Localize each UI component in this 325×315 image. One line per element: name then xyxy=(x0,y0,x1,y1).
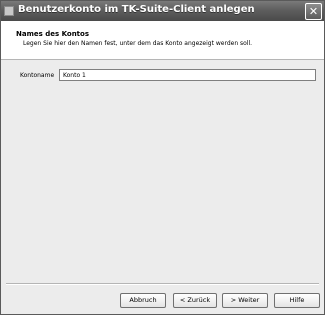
close-icon[interactable]: ✕ xyxy=(305,3,322,20)
window-title: Benutzerkonto im TK-Suite-Client anlegen xyxy=(18,4,255,15)
dialog-window: Benutzerkonto im TK-Suite-Client anlegen… xyxy=(0,0,325,315)
title-bar[interactable]: Benutzerkonto im TK-Suite-Client anlegen… xyxy=(1,1,324,21)
account-name-label: Kontoname xyxy=(20,72,55,79)
app-icon xyxy=(4,6,14,16)
cancel-button[interactable]: Abbruch xyxy=(120,293,166,308)
header-description: Legen Sie hier den Namen fest, unter dem… xyxy=(23,40,253,47)
account-name-input[interactable] xyxy=(59,69,316,81)
help-button[interactable]: Hilfe xyxy=(274,293,320,308)
next-button[interactable]: > Weiter xyxy=(222,293,268,308)
footer-divider xyxy=(6,283,319,285)
wizard-header: Names des Kontos Legen Sie hier den Name… xyxy=(1,21,324,60)
header-title: Names des Kontos xyxy=(16,30,90,38)
back-button[interactable]: < Zurück xyxy=(173,293,217,308)
